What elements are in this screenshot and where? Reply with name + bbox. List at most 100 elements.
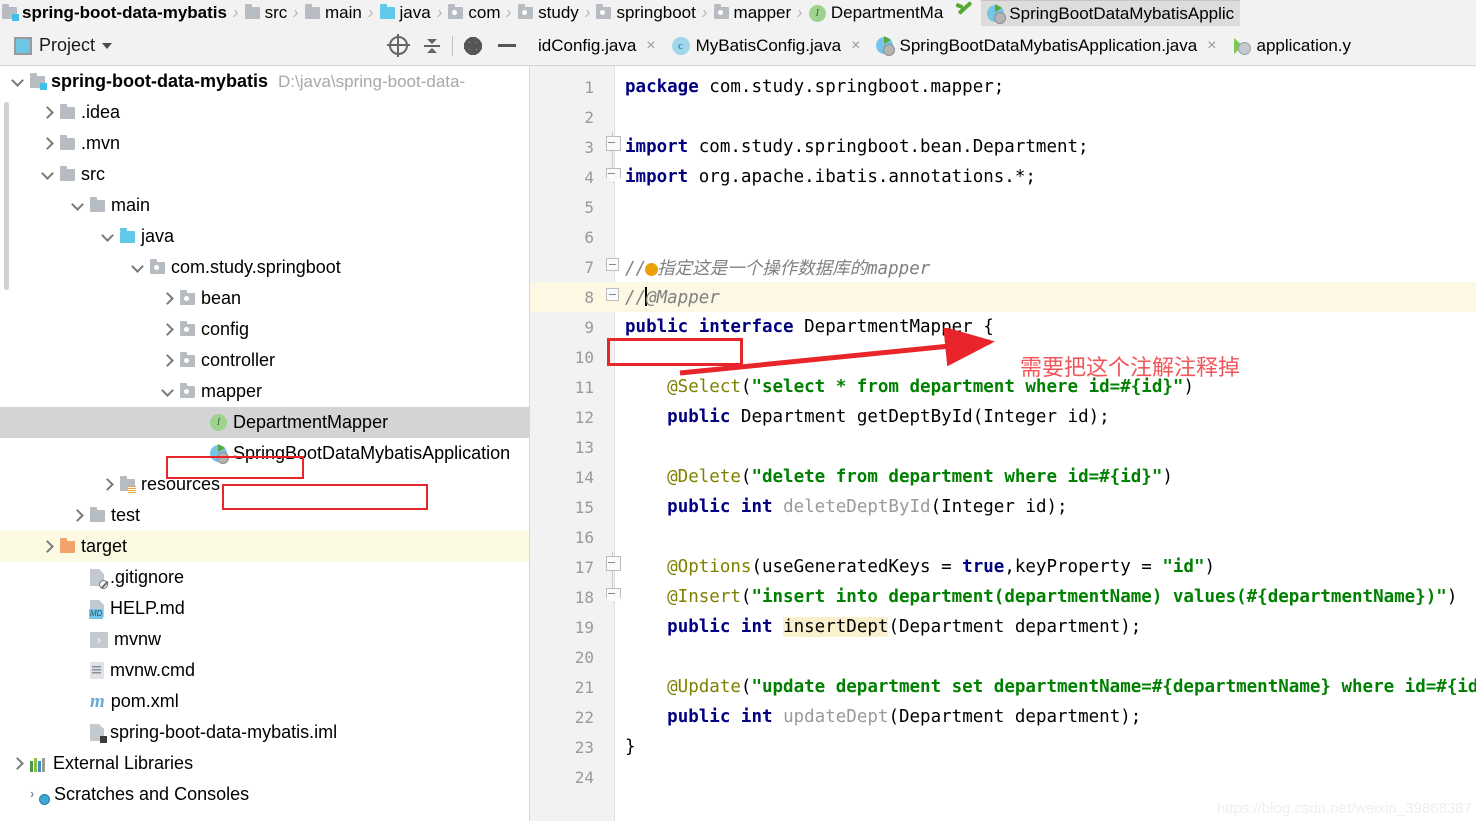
tree-node-config[interactable]: config: [0, 314, 529, 345]
chevron-right-icon[interactable]: [40, 539, 56, 555]
chevron-down-icon[interactable]: [70, 198, 86, 214]
code-fold-marker[interactable]: [606, 252, 620, 282]
code-line-6[interactable]: 6: [530, 222, 1476, 252]
project-tree[interactable]: spring-boot-data-mybatis D:\java\spring-b…: [0, 66, 530, 821]
code-editor[interactable]: 1 package com.study.springboot.mapper; 2 3 i…: [530, 66, 1476, 821]
code-line-17[interactable]: 17 @Options(useGeneratedKeys = true,keyP…: [530, 552, 1476, 582]
code-fold-marker[interactable]: [606, 132, 621, 162]
editor-tab-springbootdatamybatisapplication-java[interactable]: SpringBootDataMybatisApplication.java ×: [868, 26, 1224, 65]
breadcrumb-item-mapper[interactable]: mapper: [713, 0, 791, 26]
close-icon[interactable]: ×: [851, 37, 860, 55]
tree-node-pom-xml[interactable]: m pom.xml: [0, 686, 529, 717]
code-token: @Update: [625, 677, 741, 697]
tree-node-mapper[interactable]: mapper: [0, 376, 529, 407]
code-fold-marker[interactable]: [606, 282, 620, 312]
locate-file-button[interactable]: [381, 29, 415, 63]
chevron-down-icon[interactable]: [130, 260, 146, 276]
chevron-right-icon[interactable]: [160, 353, 176, 369]
code-line-12[interactable]: 12 public Department getDeptById(Integer…: [530, 402, 1476, 432]
package-icon: [150, 258, 165, 274]
code-fold-marker[interactable]: [606, 162, 620, 192]
tree-node-src[interactable]: src: [0, 159, 529, 190]
tree-node-bean[interactable]: bean: [0, 283, 529, 314]
tree-node-resources[interactable]: resources: [0, 469, 529, 500]
project-view-selector[interactable]: Project: [14, 35, 113, 56]
chevron-down-icon[interactable]: [40, 167, 56, 183]
code-fold-marker[interactable]: [606, 582, 620, 612]
chevron-down-icon[interactable]: [102, 42, 113, 49]
chevron-right-icon[interactable]: [160, 291, 176, 307]
tree-node-help-md[interactable]: MD HELP.md: [0, 593, 529, 624]
breadcrumb-item-departmentma[interactable]: I DepartmentMa: [808, 0, 943, 26]
tree-node-mvnw-cmd[interactable]: mvnw.cmd: [0, 655, 529, 686]
code-line-24[interactable]: 24: [530, 762, 1476, 792]
tree-node-spring-boot-data-mybatis[interactable]: spring-boot-data-mybatis D:\java\spring-b…: [0, 66, 529, 97]
tree-node-spring-boot-data-mybatis-iml[interactable]: spring-boot-data-mybatis.iml: [0, 717, 529, 748]
code-line-8[interactable]: 8 //@Mapper: [530, 282, 1476, 312]
code-line-15[interactable]: 15 public int deleteDeptById(Integer id)…: [530, 492, 1476, 522]
tree-node-departmentmapper[interactable]: I DepartmentMapper: [0, 407, 529, 438]
hide-toolwindow-button[interactable]: [490, 29, 524, 63]
chevron-down-icon[interactable]: [160, 384, 176, 400]
tree-node--idea[interactable]: .idea: [0, 97, 529, 128]
collapse-all-button[interactable]: [415, 29, 449, 63]
chevron-down-icon[interactable]: [10, 74, 26, 90]
chevron-right-icon[interactable]: [70, 508, 86, 524]
tree-node-springbootdatamybatisapplication[interactable]: SpringBootDataMybatisApplication: [0, 438, 529, 469]
tree-node-target[interactable]: target: [0, 531, 529, 562]
tree-node--mvn[interactable]: .mvn: [0, 128, 529, 159]
code-line-21[interactable]: 21 @Update("update department set depart…: [530, 672, 1476, 702]
module-folder-icon: [30, 72, 47, 90]
chevron-right-icon[interactable]: [10, 756, 26, 772]
code-line-4[interactable]: 4 import org.apache.ibatis.annotations.*;: [530, 162, 1476, 192]
breadcrumb-item-study[interactable]: study: [518, 0, 579, 26]
breadcrumb-item-main[interactable]: main: [304, 0, 362, 26]
tree-node-test[interactable]: test: [0, 500, 529, 531]
settings-button[interactable]: [456, 29, 490, 63]
code-line-7[interactable]: 7 // 指定这是一个操作数据库的mapper: [530, 252, 1476, 282]
code-line-18[interactable]: 18 @Insert("insert into department(depar…: [530, 582, 1476, 612]
tree-node-external-libraries[interactable]: External Libraries: [0, 748, 529, 779]
breadcrumb-item-springboot[interactable]: springboot: [596, 0, 696, 26]
breadcrumb-item-src[interactable]: src: [244, 0, 287, 26]
code-text: @Options(useGeneratedKeys = true,keyProp…: [625, 557, 1215, 577]
chevron-right-icon[interactable]: [40, 136, 56, 152]
code-line-3[interactable]: 3 import com.study.springboot.bean.Depart…: [530, 132, 1476, 162]
code-fold-marker[interactable]: [606, 552, 621, 582]
breadcrumb-item-java[interactable]: java: [379, 0, 431, 26]
code-line-23[interactable]: 23}: [530, 732, 1476, 762]
code-line-5[interactable]: 5: [530, 192, 1476, 222]
tree-node-java[interactable]: java: [0, 221, 529, 252]
code-line-1[interactable]: 1 package com.study.springboot.mapper;: [530, 72, 1476, 102]
close-icon[interactable]: ×: [646, 37, 655, 55]
editor-tab-idconfig-java[interactable]: idConfig.java ×: [530, 26, 664, 65]
code-line-20[interactable]: 20: [530, 642, 1476, 672]
chevron-right-icon[interactable]: [40, 105, 56, 121]
close-icon[interactable]: ×: [1207, 37, 1216, 55]
tree-node--gitignore[interactable]: .gitignore: [0, 562, 529, 593]
run-configuration-tab[interactable]: SpringBootDataMybatisApplic: [981, 0, 1241, 26]
code-line-22[interactable]: 22 public int updateDept(Department depa…: [530, 702, 1476, 732]
code-line-13[interactable]: 13: [530, 432, 1476, 462]
chevron-right-icon[interactable]: [100, 477, 116, 493]
editor-tab-application-y[interactable]: application.y: [1225, 26, 1360, 65]
tree-node-com-study-springboot[interactable]: com.study.springboot: [0, 252, 529, 283]
code-line-11[interactable]: 11 @Select("select * from department whe…: [530, 372, 1476, 402]
code-line-14[interactable]: 14 @Delete("delete from department where…: [530, 462, 1476, 492]
code-token: true: [962, 557, 1005, 577]
editor-tab-mybatisconfig-java[interactable]: c MyBatisConfig.java ×: [664, 26, 869, 65]
tree-node-controller[interactable]: controller: [0, 345, 529, 376]
chevron-right-icon[interactable]: [160, 322, 176, 338]
code-line-19[interactable]: 19 public int insertDept(Department depa…: [530, 612, 1476, 642]
tree-node-mvnw[interactable]: › mvnw: [0, 624, 529, 655]
package-icon: [180, 289, 195, 305]
chevron-down-icon[interactable]: [100, 229, 116, 245]
code-line-10[interactable]: 10: [530, 342, 1476, 372]
tree-node-main[interactable]: main: [0, 190, 529, 221]
code-line-9[interactable]: 9 public interface DepartmentMapper {: [530, 312, 1476, 342]
code-line-2[interactable]: 2: [530, 102, 1476, 132]
tree-node-scratches-and-consoles[interactable]: › Scratches and Consoles: [0, 779, 529, 810]
breadcrumb-item-com[interactable]: com: [448, 0, 500, 26]
code-line-16[interactable]: 16: [530, 522, 1476, 552]
breadcrumb-item-spring-boot-data-mybatis[interactable]: spring-boot-data-mybatis: [2, 0, 227, 26]
